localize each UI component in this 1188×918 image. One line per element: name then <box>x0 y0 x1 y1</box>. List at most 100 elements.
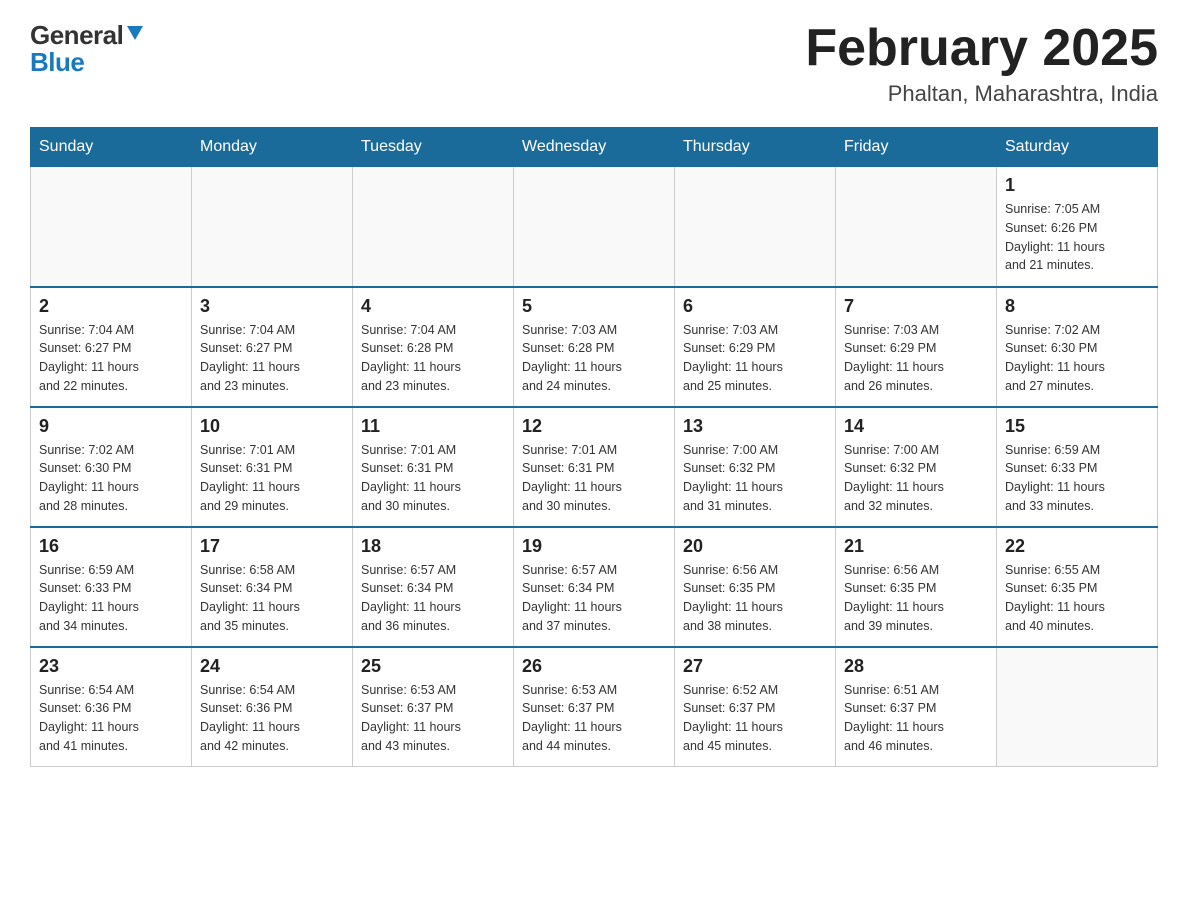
logo: General Blue <box>30 20 143 78</box>
day-number-11: 11 <box>361 416 505 437</box>
day-info-24: Sunrise: 6:54 AM Sunset: 6:36 PM Dayligh… <box>200 681 344 756</box>
month-title: February 2025 <box>805 20 1158 77</box>
calendar-row-1: 2 Sunrise: 7:04 AM Sunset: 6:27 PM Daylig… <box>31 287 1158 407</box>
calendar-cell-w2-d2: 11 Sunrise: 7:01 AM Sunset: 6:31 PM Dayli… <box>353 407 514 527</box>
day-info-16: Sunrise: 6:59 AM Sunset: 6:33 PM Dayligh… <box>39 561 183 636</box>
calendar-cell-w0-d5 <box>836 167 997 287</box>
header-wednesday: Wednesday <box>514 128 675 167</box>
day-number-13: 13 <box>683 416 827 437</box>
calendar-cell-w0-d1 <box>192 167 353 287</box>
day-number-2: 2 <box>39 296 183 317</box>
day-info-1: Sunrise: 7:05 AM Sunset: 6:26 PM Dayligh… <box>1005 200 1149 275</box>
day-info-8: Sunrise: 7:02 AM Sunset: 6:30 PM Dayligh… <box>1005 321 1149 396</box>
calendar-cell-w0-d3 <box>514 167 675 287</box>
calendar-cell-w4-d2: 25 Sunrise: 6:53 AM Sunset: 6:37 PM Dayli… <box>353 647 514 767</box>
header-monday: Monday <box>192 128 353 167</box>
day-number-14: 14 <box>844 416 988 437</box>
day-number-3: 3 <box>200 296 344 317</box>
logo-blue-text: Blue <box>30 47 84 77</box>
calendar-cell-w3-d3: 19 Sunrise: 6:57 AM Sunset: 6:34 PM Dayli… <box>514 527 675 647</box>
header-sunday: Sunday <box>31 128 192 167</box>
calendar-cell-w3-d0: 16 Sunrise: 6:59 AM Sunset: 6:33 PM Dayli… <box>31 527 192 647</box>
day-number-17: 17 <box>200 536 344 557</box>
day-number-10: 10 <box>200 416 344 437</box>
day-info-7: Sunrise: 7:03 AM Sunset: 6:29 PM Dayligh… <box>844 321 988 396</box>
calendar-cell-w2-d4: 13 Sunrise: 7:00 AM Sunset: 6:32 PM Dayli… <box>675 407 836 527</box>
calendar-cell-w1-d5: 7 Sunrise: 7:03 AM Sunset: 6:29 PM Daylig… <box>836 287 997 407</box>
calendar-cell-w0-d6: 1 Sunrise: 7:05 AM Sunset: 6:26 PM Daylig… <box>997 167 1158 287</box>
calendar-cell-w2-d0: 9 Sunrise: 7:02 AM Sunset: 6:30 PM Daylig… <box>31 407 192 527</box>
day-number-18: 18 <box>361 536 505 557</box>
day-number-1: 1 <box>1005 175 1149 196</box>
day-number-5: 5 <box>522 296 666 317</box>
header-thursday: Thursday <box>675 128 836 167</box>
day-number-25: 25 <box>361 656 505 677</box>
day-info-21: Sunrise: 6:56 AM Sunset: 6:35 PM Dayligh… <box>844 561 988 636</box>
day-number-12: 12 <box>522 416 666 437</box>
calendar-cell-w2-d6: 15Sunrise: 6:59 AM Sunset: 6:33 PM Dayli… <box>997 407 1158 527</box>
day-number-15: 15 <box>1005 416 1149 437</box>
day-number-16: 16 <box>39 536 183 557</box>
calendar-cell-w0-d2 <box>353 167 514 287</box>
day-info-23: Sunrise: 6:54 AM Sunset: 6:36 PM Dayligh… <box>39 681 183 756</box>
day-number-7: 7 <box>844 296 988 317</box>
calendar-cell-w4-d4: 27 Sunrise: 6:52 AM Sunset: 6:37 PM Dayli… <box>675 647 836 767</box>
day-info-22: Sunrise: 6:55 AM Sunset: 6:35 PM Dayligh… <box>1005 561 1149 636</box>
day-info-26: Sunrise: 6:53 AM Sunset: 6:37 PM Dayligh… <box>522 681 666 756</box>
calendar-cell-w1-d2: 4 Sunrise: 7:04 AM Sunset: 6:28 PM Daylig… <box>353 287 514 407</box>
day-info-9: Sunrise: 7:02 AM Sunset: 6:30 PM Dayligh… <box>39 441 183 516</box>
day-info-20: Sunrise: 6:56 AM Sunset: 6:35 PM Dayligh… <box>683 561 827 636</box>
day-info-27: Sunrise: 6:52 AM Sunset: 6:37 PM Dayligh… <box>683 681 827 756</box>
calendar-cell-w4-d1: 24Sunrise: 6:54 AM Sunset: 6:36 PM Dayli… <box>192 647 353 767</box>
calendar-cell-w4-d6 <box>997 647 1158 767</box>
calendar-row-2: 9 Sunrise: 7:02 AM Sunset: 6:30 PM Daylig… <box>31 407 1158 527</box>
day-number-21: 21 <box>844 536 988 557</box>
calendar-cell-w1-d4: 6Sunrise: 7:03 AM Sunset: 6:29 PM Daylig… <box>675 287 836 407</box>
day-info-25: Sunrise: 6:53 AM Sunset: 6:37 PM Dayligh… <box>361 681 505 756</box>
day-number-20: 20 <box>683 536 827 557</box>
calendar-cell-w0-d4 <box>675 167 836 287</box>
calendar-row-3: 16 Sunrise: 6:59 AM Sunset: 6:33 PM Dayli… <box>31 527 1158 647</box>
calendar-cell-w1-d1: 3 Sunrise: 7:04 AM Sunset: 6:27 PM Daylig… <box>192 287 353 407</box>
calendar-row-4: 23 Sunrise: 6:54 AM Sunset: 6:36 PM Dayli… <box>31 647 1158 767</box>
day-info-18: Sunrise: 6:57 AM Sunset: 6:34 PM Dayligh… <box>361 561 505 636</box>
day-number-4: 4 <box>361 296 505 317</box>
day-info-19: Sunrise: 6:57 AM Sunset: 6:34 PM Dayligh… <box>522 561 666 636</box>
calendar-table: Sunday Monday Tuesday Wednesday Thursday… <box>30 127 1158 767</box>
logo-triangle-icon <box>127 26 143 40</box>
calendar-cell-w4-d3: 26 Sunrise: 6:53 AM Sunset: 6:37 PM Dayli… <box>514 647 675 767</box>
header-saturday: Saturday <box>997 128 1158 167</box>
day-number-26: 26 <box>522 656 666 677</box>
calendar-cell-w2-d1: 10 Sunrise: 7:01 AM Sunset: 6:31 PM Dayli… <box>192 407 353 527</box>
calendar-cell-w3-d1: 17Sunrise: 6:58 AM Sunset: 6:34 PM Dayli… <box>192 527 353 647</box>
day-info-5: Sunrise: 7:03 AM Sunset: 6:28 PM Dayligh… <box>522 321 666 396</box>
calendar-cell-w3-d2: 18 Sunrise: 6:57 AM Sunset: 6:34 PM Dayli… <box>353 527 514 647</box>
day-number-28: 28 <box>844 656 988 677</box>
day-info-4: Sunrise: 7:04 AM Sunset: 6:28 PM Dayligh… <box>361 321 505 396</box>
calendar-cell-w4-d5: 28Sunrise: 6:51 AM Sunset: 6:37 PM Dayli… <box>836 647 997 767</box>
day-info-2: Sunrise: 7:04 AM Sunset: 6:27 PM Dayligh… <box>39 321 183 396</box>
day-info-11: Sunrise: 7:01 AM Sunset: 6:31 PM Dayligh… <box>361 441 505 516</box>
calendar-cell-w3-d5: 21 Sunrise: 6:56 AM Sunset: 6:35 PM Dayli… <box>836 527 997 647</box>
day-info-10: Sunrise: 7:01 AM Sunset: 6:31 PM Dayligh… <box>200 441 344 516</box>
day-info-3: Sunrise: 7:04 AM Sunset: 6:27 PM Dayligh… <box>200 321 344 396</box>
header-tuesday: Tuesday <box>353 128 514 167</box>
calendar-cell-w3-d4: 20 Sunrise: 6:56 AM Sunset: 6:35 PM Dayli… <box>675 527 836 647</box>
day-number-22: 22 <box>1005 536 1149 557</box>
day-number-27: 27 <box>683 656 827 677</box>
day-info-12: Sunrise: 7:01 AM Sunset: 6:31 PM Dayligh… <box>522 441 666 516</box>
day-info-6: Sunrise: 7:03 AM Sunset: 6:29 PM Dayligh… <box>683 321 827 396</box>
location-title: Phaltan, Maharashtra, India <box>805 81 1158 107</box>
weekday-header-row: Sunday Monday Tuesday Wednesday Thursday… <box>31 128 1158 167</box>
day-number-19: 19 <box>522 536 666 557</box>
calendar-cell-w0-d0 <box>31 167 192 287</box>
calendar-cell-w1-d3: 5 Sunrise: 7:03 AM Sunset: 6:28 PM Daylig… <box>514 287 675 407</box>
calendar-cell-w2-d3: 12 Sunrise: 7:01 AM Sunset: 6:31 PM Dayli… <box>514 407 675 527</box>
header-friday: Friday <box>836 128 997 167</box>
day-info-13: Sunrise: 7:00 AM Sunset: 6:32 PM Dayligh… <box>683 441 827 516</box>
day-number-23: 23 <box>39 656 183 677</box>
calendar-cell-w3-d6: 22 Sunrise: 6:55 AM Sunset: 6:35 PM Dayli… <box>997 527 1158 647</box>
day-number-9: 9 <box>39 416 183 437</box>
title-block: February 2025 Phaltan, Maharashtra, Indi… <box>805 20 1158 107</box>
calendar-cell-w1-d6: 8Sunrise: 7:02 AM Sunset: 6:30 PM Daylig… <box>997 287 1158 407</box>
